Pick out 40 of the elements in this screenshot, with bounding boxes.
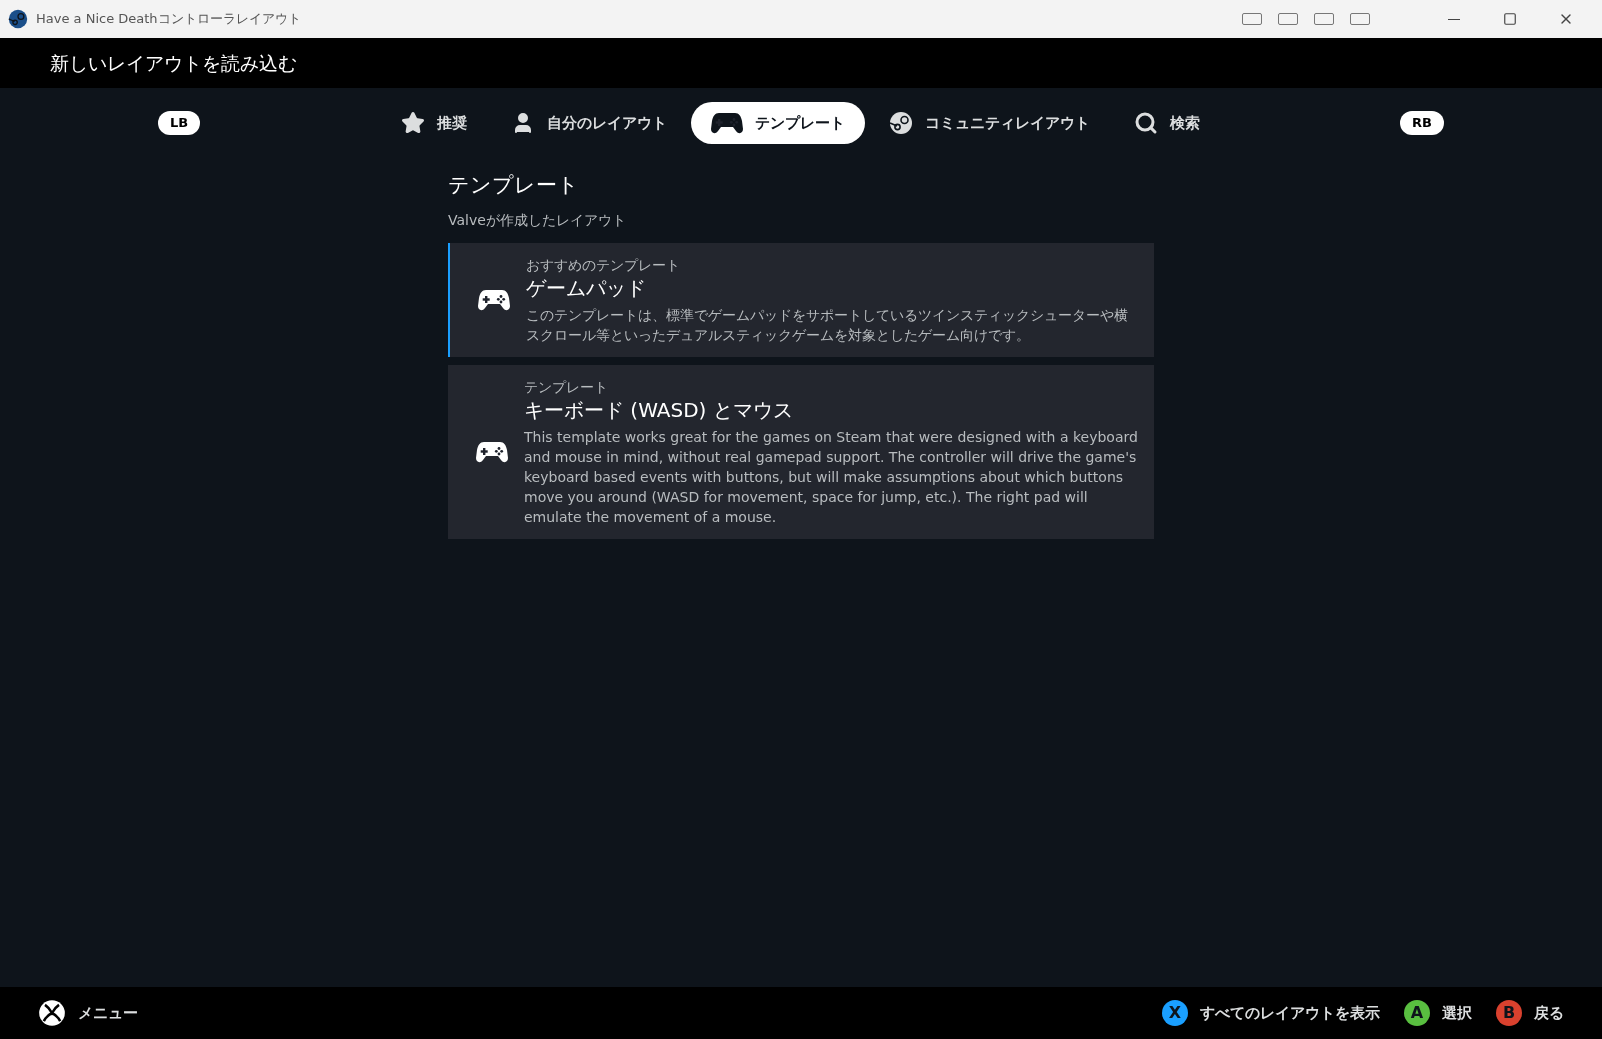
star-icon	[400, 111, 425, 135]
controller-button-icon: B	[1496, 1000, 1522, 1026]
gamepad-icon	[476, 439, 508, 464]
gamepad-icon	[478, 287, 510, 312]
template-description: このテンプレートは、標準でゲームパッドをサポートしているツインスティックシューターや横スクロール等といったデュアルスティックゲームを対象としたゲーム向けです。	[526, 305, 1129, 345]
steam-logo-icon	[888, 111, 913, 135]
template-name: キーボード (WASD) とマウス	[524, 397, 794, 423]
toolbar-icon[interactable]	[1350, 13, 1370, 25]
bumper-button[interactable]: LB	[158, 111, 201, 135]
toolbar-icon[interactable]	[1242, 13, 1262, 25]
search-icon	[1133, 111, 1158, 135]
bumper-button[interactable]: RB	[1400, 111, 1444, 135]
template-card[interactable]: おすすめのテンプレート ゲームパッド このテンプレートは、標準でゲームパッドをサポートしているツインスティックシューターや横スクロール等といったデュアルスティックゲームを対象としたゲーム向けです。	[448, 242, 1154, 357]
hint-label[interactable]: 戻る	[1534, 1001, 1564, 1025]
maximize-icon	[1503, 12, 1517, 26]
template-category: おすすめのテンプレート	[526, 255, 681, 275]
template-description: This template works great for the games on Steam that were designed with a keyboard and mouse in mind, without real gamepad support. The controller will drive the game's keyboard based events with buttons, but will make assumptions about which buttons move you around (WASD for movement, space for jump, etc.). The right pad will emulate the movement of a mouse.	[524, 427, 1138, 527]
hint-label[interactable]: すべてのレイアウトを表示	[1200, 1001, 1380, 1025]
menu-label[interactable]: メニュー	[78, 1001, 138, 1025]
toolbar-icon[interactable]	[1278, 13, 1298, 25]
tab[interactable]: 推奨	[380, 102, 487, 144]
header-title: 新しいレイアウトを読み込む	[50, 50, 297, 76]
steam-logo-icon	[8, 9, 28, 29]
template-name: ゲームパッド	[526, 275, 647, 301]
tab[interactable]: コミュニティレイアウト	[868, 102, 1110, 144]
toolbar-icon[interactable]	[1314, 13, 1334, 25]
window-title: Have a Nice Deathコントローラレイアウト	[36, 10, 301, 29]
template-card[interactable]	[448, 364, 1154, 539]
template-category: テンプレート	[524, 377, 609, 397]
section-subtitle: Valveが作成したレイアウト	[448, 210, 627, 230]
hint-label[interactable]: 選択	[1442, 1001, 1472, 1025]
tab[interactable]: テンプレート	[690, 102, 865, 144]
gamepad-icon	[710, 111, 743, 135]
minimize-icon	[1448, 18, 1460, 20]
controller-button-icon: X	[1162, 1000, 1188, 1026]
section-title: テンプレート	[448, 172, 580, 199]
xbox-logo-icon	[38, 999, 66, 1027]
controller-button-icon: A	[1404, 1000, 1430, 1026]
tab[interactable]: 自分のレイアウト	[490, 102, 687, 144]
tab[interactable]: 検索	[1113, 102, 1220, 144]
